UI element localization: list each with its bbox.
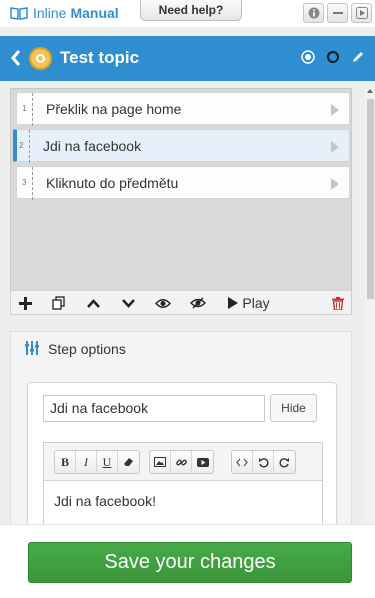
image-icon[interactable] bbox=[150, 451, 171, 473]
scroll-up-icon[interactable] bbox=[367, 89, 373, 93]
top-bar: Inline Manual Need help? bbox=[0, 0, 375, 27]
link-icon[interactable] bbox=[171, 451, 192, 473]
save-button[interactable]: Save your changes bbox=[28, 542, 352, 583]
back-icon[interactable] bbox=[10, 49, 22, 67]
sliders-icon bbox=[25, 341, 39, 355]
bold-button[interactable]: B bbox=[55, 451, 76, 473]
target-icon[interactable] bbox=[301, 50, 315, 64]
step-label: Překlik na page home bbox=[46, 101, 182, 117]
scrollbar[interactable] bbox=[365, 87, 375, 524]
step-options-title: Step options bbox=[48, 341, 126, 357]
editor-content[interactable]: Jdi na facebook! bbox=[54, 493, 156, 509]
step-options-panel: Step options Jdi na facebook Hide B I U bbox=[10, 331, 353, 542]
hide-button[interactable]: Hide bbox=[270, 394, 317, 422]
topic-title: Test topic bbox=[60, 48, 140, 67]
eraser-icon[interactable] bbox=[118, 451, 139, 473]
topic-logo-icon bbox=[29, 47, 52, 70]
play-button[interactable]: Play bbox=[225, 295, 273, 311]
italic-button[interactable]: I bbox=[76, 451, 97, 473]
minimize-icon[interactable] bbox=[327, 3, 348, 23]
step-item[interactable]: 3 Kliknuto do předmětu bbox=[16, 166, 350, 200]
step-number: 2 bbox=[19, 141, 24, 150]
step-item-active[interactable]: 2 Jdi na facebook bbox=[13, 129, 350, 163]
play-panel-icon[interactable] bbox=[351, 3, 372, 23]
add-icon[interactable] bbox=[17, 295, 33, 311]
footer: Save your changes bbox=[0, 524, 375, 598]
editor-toolbar: B I U bbox=[44, 443, 322, 481]
step-options-card: Jdi na facebook Hide B I U Jdi na facebo… bbox=[27, 382, 337, 542]
topic-header: Test topic bbox=[0, 36, 375, 81]
steps-list: 1 Překlik na page home 2 Jdi na facebook… bbox=[10, 88, 352, 291]
step-title-input[interactable]: Jdi na facebook bbox=[43, 395, 265, 422]
chevron-right-icon[interactable] bbox=[331, 178, 339, 190]
view-icon[interactable] bbox=[154, 295, 172, 311]
step-toolbar: Play bbox=[10, 290, 352, 315]
chevron-right-icon[interactable] bbox=[331, 104, 339, 116]
redo-icon[interactable] bbox=[274, 451, 295, 473]
brand: Inline Manual bbox=[10, 5, 119, 21]
step-number: 1 bbox=[22, 104, 27, 113]
play-label: Play bbox=[242, 295, 270, 311]
brand-manual: Manual bbox=[70, 5, 119, 21]
duplicate-icon[interactable] bbox=[51, 295, 67, 311]
step-options-header[interactable]: Step options bbox=[11, 332, 353, 366]
underline-button[interactable]: U bbox=[97, 451, 118, 473]
circle-icon[interactable] bbox=[326, 50, 340, 64]
code-icon[interactable] bbox=[232, 451, 253, 473]
scroll-thumb[interactable] bbox=[367, 99, 374, 299]
info-icon[interactable] bbox=[303, 3, 324, 23]
move-up-icon[interactable] bbox=[85, 295, 101, 311]
edit-icon[interactable] bbox=[351, 50, 365, 64]
undo-icon[interactable] bbox=[253, 451, 274, 473]
delete-icon[interactable] bbox=[331, 295, 345, 311]
hide-view-icon[interactable] bbox=[189, 295, 207, 311]
move-down-icon[interactable] bbox=[120, 295, 136, 311]
chevron-right-icon[interactable] bbox=[331, 141, 339, 153]
step-number: 3 bbox=[22, 178, 27, 187]
need-help-button[interactable]: Need help? bbox=[140, 0, 242, 21]
content-editor[interactable]: B I U Jdi na facebook! bbox=[43, 442, 323, 537]
brand-inline: Inline bbox=[33, 5, 67, 21]
step-label: Jdi na facebook bbox=[43, 138, 142, 154]
play-icon bbox=[228, 297, 239, 309]
step-item[interactable]: 1 Překlik na page home bbox=[16, 92, 350, 126]
step-label: Kliknuto do předmětu bbox=[46, 175, 179, 191]
video-icon[interactable] bbox=[192, 451, 213, 473]
book-icon bbox=[10, 7, 28, 20]
